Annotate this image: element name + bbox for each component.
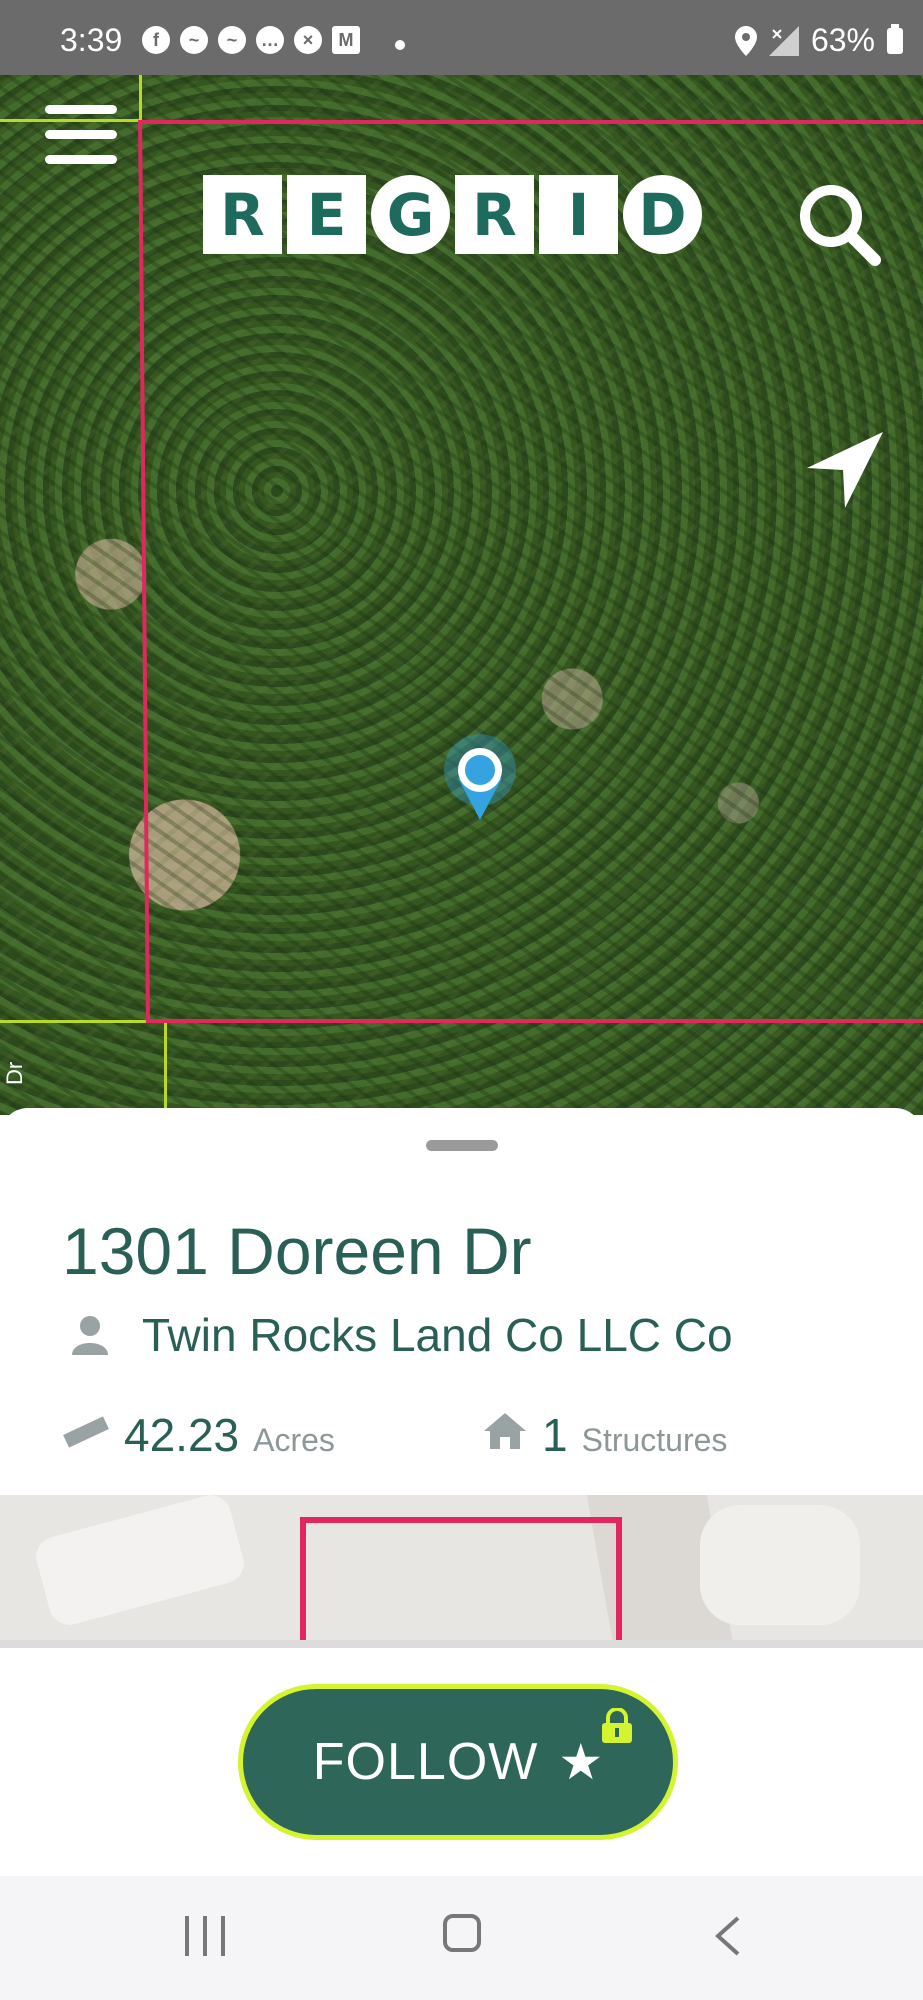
follow-label: FOLLOW [312,1733,539,1791]
status-time: 3:39 [60,22,123,58]
owner-row: Twin Rocks Land Co LLC Co [72,1308,733,1362]
navigation-arrow-icon[interactable] [805,430,885,510]
menu-icon[interactable] [45,105,117,165]
battery-icon [887,23,903,54]
follow-area: FOLLOW ★ [0,1648,923,1876]
acres-unit: Acres [253,1422,335,1458]
messenger-icon: ~ [180,26,208,54]
back-button[interactable] [708,1914,748,1958]
lock-icon [602,1708,632,1743]
battery-percent: 63% [810,22,875,58]
notification-icons: f ~ ~ … × M [142,26,360,54]
more-notifications-dot [395,40,405,50]
location-status-icon [734,25,757,56]
logo-letter: E [287,175,366,254]
logo-letter: I [539,175,618,254]
person-icon [72,1316,108,1355]
structures-unit: Structures [581,1422,728,1458]
system-navigation-bar [0,1876,923,2000]
facebook-icon: f [142,26,170,54]
close-notification-icon: × [294,26,322,54]
parcel-boundary-preview [300,1517,622,1640]
status-right: 63% [734,22,903,59]
chat-icon: … [256,26,284,54]
regrid-logo: R E G R I D [203,175,702,254]
parcel-owner: Twin Rocks Land Co LLC Co [142,1309,733,1361]
ruler-icon [63,1416,109,1448]
signal-icon [768,25,799,56]
logo-letter: G [371,175,450,254]
home-button[interactable] [443,1914,481,1952]
neighbor-parcel-line [164,1023,167,1115]
logo-letter: R [203,175,282,254]
house-icon [484,1413,526,1449]
neighbor-parcel-line [0,1020,165,1023]
structures-value: 1 [542,1409,568,1461]
status-bar: 3:39 f ~ ~ … × M 63% [0,0,923,75]
messenger-icon: ~ [218,26,246,54]
acres-value: 42.23 [124,1409,240,1461]
satellite-map[interactable]: Dr R E G R I D [0,75,923,1115]
acres-stat: 42.23 Acres [62,1408,335,1462]
search-icon[interactable] [795,180,885,270]
star-icon: ★ [558,1734,604,1790]
road-label: Dr [2,1061,27,1085]
parcel-address: 1301 Doreen Dr [62,1214,532,1288]
recents-button[interactable] [185,1916,225,1956]
parcel-map-preview[interactable] [0,1495,923,1640]
logo-letter: R [455,175,534,254]
neighbor-parcel-line [139,75,142,120]
parcel-stats: 42.23 Acres 1 Structures [62,1408,922,1468]
structures-stat: 1 Structures [482,1408,727,1462]
sheet-drag-handle[interactable] [426,1140,498,1151]
gmail-icon: M [332,26,360,54]
location-pin-icon [444,734,516,820]
logo-letter: D [623,175,702,254]
